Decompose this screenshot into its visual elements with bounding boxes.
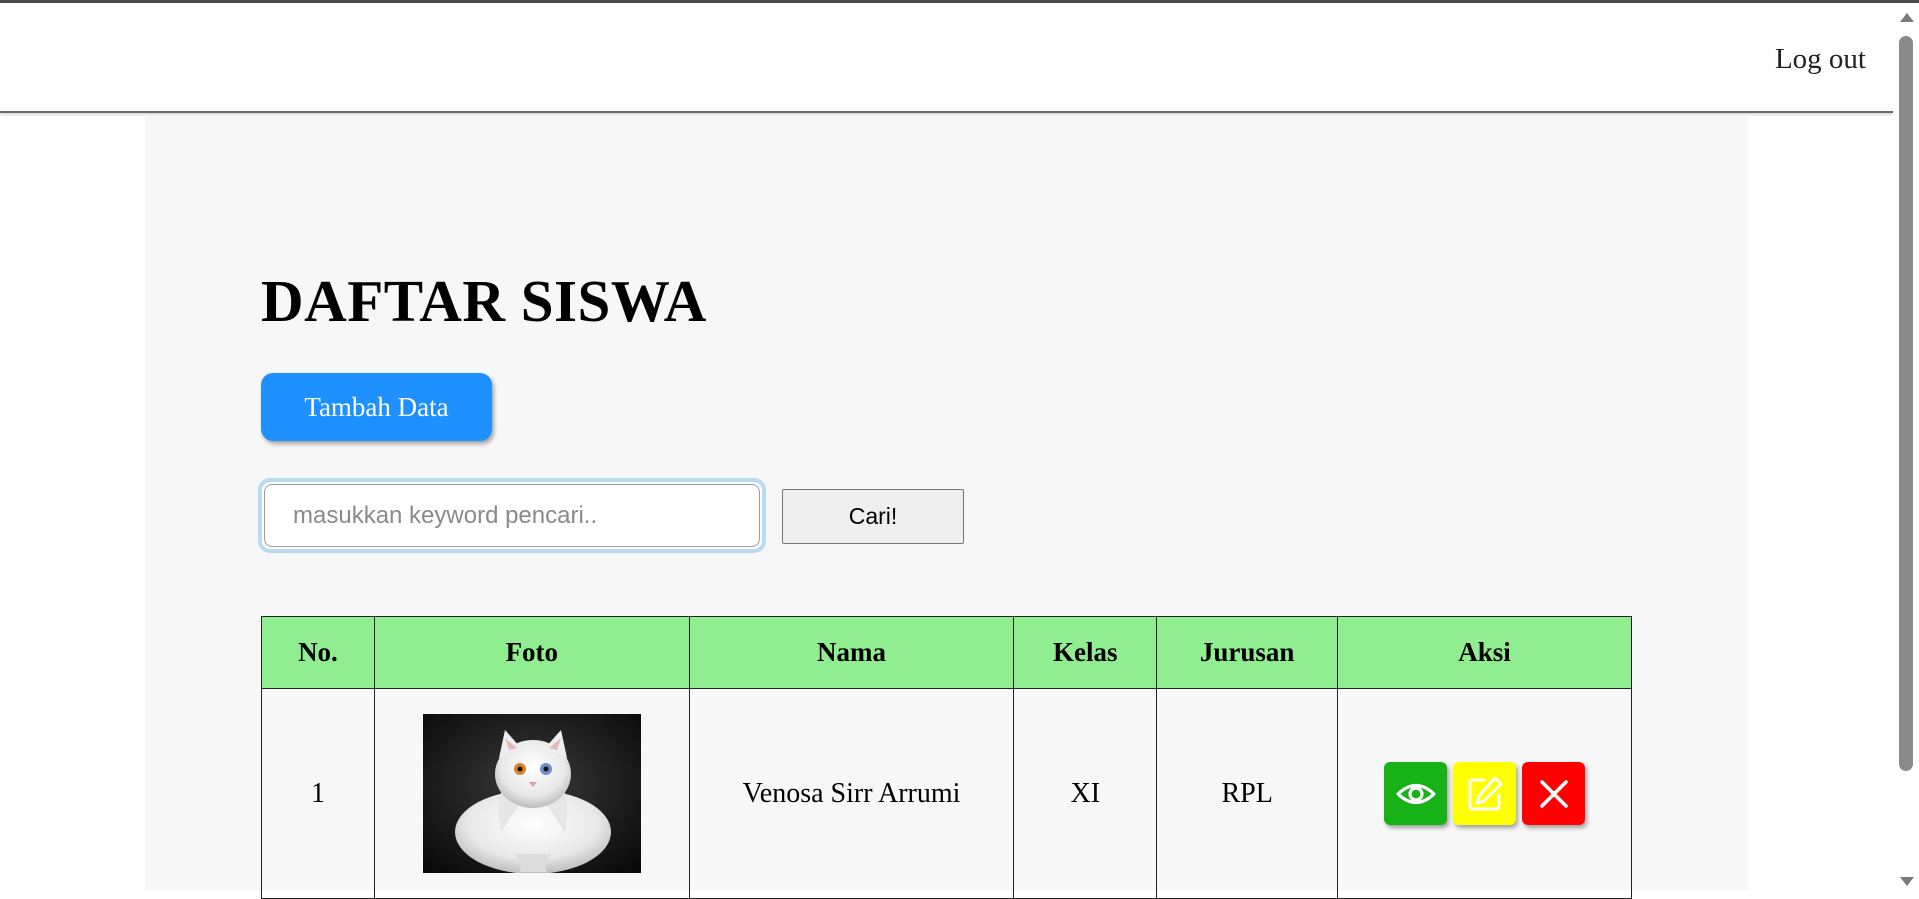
- logout-link[interactable]: Log out: [1775, 43, 1866, 76]
- table-header-row: No. Foto Nama Kelas Jurusan Aksi: [261, 616, 1632, 689]
- cell-aksi: [1337, 688, 1632, 899]
- search-button[interactable]: Cari!: [782, 489, 964, 544]
- scroll-up-arrow-icon[interactable]: [1900, 13, 1914, 22]
- header-kelas: Kelas: [1013, 616, 1158, 689]
- header-no: No.: [261, 616, 375, 689]
- scroll-down-arrow-icon[interactable]: [1900, 877, 1914, 886]
- scroll-thumb[interactable]: [1899, 36, 1913, 771]
- header-nama: Nama: [688, 616, 1015, 689]
- cell-nama: Venosa Sirr Arrumi: [688, 688, 1015, 899]
- search-field-wrapper: [258, 478, 766, 553]
- header-aksi: Aksi: [1337, 616, 1632, 689]
- edit-icon: [1468, 776, 1503, 810]
- edit-button[interactable]: [1453, 762, 1517, 825]
- cell-kelas: XI: [1013, 688, 1158, 899]
- view-button[interactable]: [1384, 762, 1448, 825]
- delete-button[interactable]: [1522, 762, 1586, 825]
- table-row: 1 Venosa Sirr Arrumi XI RPL: [261, 688, 1632, 899]
- page-title: DAFTAR SISWA: [261, 268, 707, 334]
- cell-foto: [373, 688, 690, 899]
- main-container: DAFTAR SISWA Tambah Data Cari! No. Foto …: [145, 115, 1748, 899]
- search-input[interactable]: [264, 484, 760, 547]
- eye-icon: [1395, 783, 1436, 804]
- header-jurusan: Jurusan: [1156, 616, 1339, 689]
- student-photo: [422, 714, 641, 873]
- close-icon: [1539, 779, 1568, 808]
- cell-no: 1: [261, 688, 375, 899]
- header-foto: Foto: [373, 616, 690, 689]
- navbar: Log out: [0, 3, 1893, 113]
- vertical-scrollbar[interactable]: [1893, 3, 1919, 890]
- student-table: No. Foto Nama Kelas Jurusan Aksi 1 Venos…: [261, 616, 1632, 899]
- add-data-button[interactable]: Tambah Data: [261, 373, 492, 441]
- cell-jurusan: RPL: [1156, 688, 1339, 899]
- row-actions: [1339, 762, 1630, 825]
